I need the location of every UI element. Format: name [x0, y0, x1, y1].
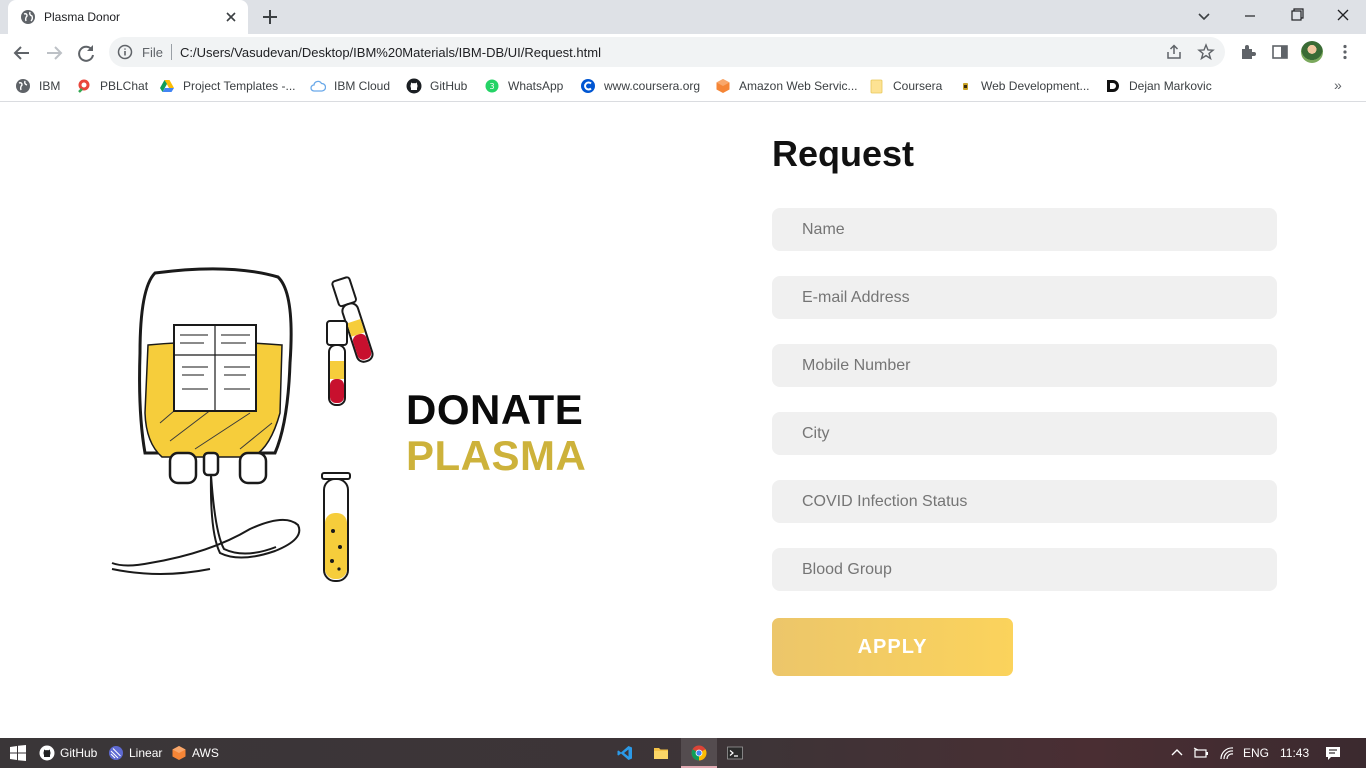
bookmark-coursera-folder[interactable]: Coursera — [869, 77, 942, 95]
bookmarks-bar: IBM PBLChat Project Templates -... IBM C… — [0, 71, 1366, 102]
taskbar-app-vscode[interactable] — [607, 738, 643, 768]
page-content: DONATE PLASMA Request APPLY — [0, 103, 1366, 738]
browser-tab[interactable]: Plasma Donor — [8, 0, 248, 34]
browser-toolbar: File C:/Users/Vasudevan/Desktop/IBM%20Ma… — [0, 34, 1366, 71]
mobile-number-field[interactable] — [772, 344, 1277, 387]
info-icon[interactable] — [117, 44, 133, 60]
wifi-icon[interactable] — [1219, 746, 1235, 760]
github-icon — [406, 78, 422, 94]
svg-text:3: 3 — [489, 82, 494, 91]
email-field[interactable] — [772, 276, 1277, 319]
bookmark-github[interactable]: GitHub — [406, 77, 467, 95]
bookmark-star-icon[interactable] — [1197, 43, 1215, 61]
cloud-icon — [310, 80, 326, 92]
reload-icon[interactable] — [72, 39, 100, 67]
bookmark-aws[interactable]: Amazon Web Servic... — [715, 77, 858, 95]
aws-icon — [172, 746, 186, 760]
plasma-bag-illustration — [111, 267, 374, 582]
taskbar-app-file-explorer[interactable] — [643, 738, 679, 768]
taskbar-label: AWS — [192, 746, 219, 760]
taskbar-app-chrome[interactable] — [681, 738, 717, 768]
minimize-icon[interactable] — [1227, 0, 1273, 34]
taskbar-linear[interactable]: Linear — [108, 744, 162, 762]
pblchat-icon — [78, 79, 90, 93]
url-separator — [171, 44, 172, 60]
page-title: Request — [772, 133, 915, 174]
bookmark-label: Coursera — [893, 79, 943, 93]
profile-avatar[interactable] — [1301, 41, 1323, 63]
restore-icon[interactable] — [1273, 0, 1319, 34]
taskbar-aws[interactable]: AWS — [171, 744, 219, 762]
bookmark-label: www.coursera.org — [604, 79, 701, 93]
bookmark-label: Web Development... — [981, 79, 1090, 93]
blood-group-field[interactable] — [772, 548, 1277, 591]
taskbar-app-terminal[interactable] — [717, 738, 753, 768]
close-tab-icon[interactable] — [220, 6, 242, 28]
taskbar-github[interactable]: GitHub — [39, 744, 97, 762]
tab-strip: Plasma Donor — [0, 0, 1366, 34]
bookmark-pblchat[interactable]: PBLChat — [76, 77, 148, 95]
covid-status-field[interactable] — [772, 480, 1277, 523]
new-tab-icon[interactable] — [258, 5, 282, 29]
bookmarks-overflow-icon[interactable]: » — [1334, 77, 1342, 93]
taskbar-label: Linear — [129, 746, 163, 760]
city-field[interactable] — [772, 412, 1277, 455]
close-window-icon[interactable] — [1320, 0, 1366, 34]
language-indicator[interactable]: ENG — [1243, 746, 1269, 760]
extensions-icon[interactable] — [1239, 43, 1257, 61]
taskbar-label: GitHub — [60, 746, 98, 760]
bookmark-whatsapp[interactable]: 3 WhatsApp — [484, 77, 563, 95]
clock-time[interactable]: 11:43 — [1280, 746, 1309, 760]
github-icon — [39, 745, 55, 761]
vscode-icon — [617, 746, 632, 760]
apply-button[interactable]: APPLY — [772, 618, 1013, 676]
chevron-up-icon[interactable] — [1170, 746, 1184, 760]
logo-plasma-text: PLASMA — [406, 432, 587, 479]
bookmark-label: WhatsApp — [508, 79, 564, 93]
bookmark-label: IBM — [39, 79, 61, 93]
tab-search-icon[interactable] — [1181, 0, 1227, 34]
globe-icon — [16, 79, 30, 93]
d-logo-icon — [1107, 80, 1119, 92]
battery-icon[interactable] — [1193, 746, 1209, 760]
url-scheme: File — [142, 45, 163, 60]
share-icon[interactable] — [1165, 43, 1183, 61]
bookmark-ibm-cloud[interactable]: IBM Cloud — [310, 77, 390, 95]
linear-icon — [109, 746, 123, 760]
bookmark-label: IBM Cloud — [334, 79, 391, 93]
bookmark-web-development[interactable]: Web Development... — [957, 77, 1090, 95]
bookmark-label: Dejan Markovic — [1129, 79, 1212, 93]
web-dev-icon — [963, 83, 968, 90]
bookmark-dejan-markovic[interactable]: Dejan Markovic — [1105, 77, 1212, 95]
bookmark-label: Project Templates -... — [183, 79, 296, 93]
bookmark-project-templates[interactable]: Project Templates -... — [159, 77, 296, 95]
bookmark-ibm[interactable]: IBM — [15, 77, 60, 95]
forward-arrow-icon[interactable] — [40, 39, 68, 67]
folder-icon — [870, 79, 883, 94]
tab-title: Plasma Donor — [44, 10, 121, 24]
notifications-icon[interactable] — [1325, 745, 1341, 761]
menu-dots-icon[interactable] — [1336, 43, 1354, 61]
bookmark-label: Amazon Web Servic... — [739, 79, 858, 93]
side-panel-icon[interactable] — [1271, 43, 1289, 61]
bookmark-label: PBLChat — [100, 79, 149, 93]
whatsapp-icon: 3 — [485, 79, 499, 93]
aws-icon — [716, 79, 730, 93]
windows-start-icon[interactable] — [10, 745, 26, 761]
globe-icon — [21, 10, 35, 24]
bookmark-coursera-org[interactable]: www.coursera.org — [580, 77, 700, 95]
terminal-icon — [727, 746, 743, 760]
url-text[interactable]: C:/Users/Vasudevan/Desktop/IBM%20Materia… — [180, 45, 601, 60]
google-drive-icon — [160, 80, 174, 92]
back-arrow-icon[interactable] — [8, 39, 36, 67]
logo-donate-text: DONATE — [406, 386, 584, 433]
file-explorer-icon — [654, 748, 668, 759]
chrome-icon — [691, 745, 707, 761]
bookmark-label: GitHub — [430, 79, 468, 93]
coursera-icon — [581, 79, 595, 93]
taskbar: GitHub Linear AWS ENG 11:43 — [0, 738, 1366, 768]
name-field[interactable] — [772, 208, 1277, 251]
address-bar[interactable]: File C:/Users/Vasudevan/Desktop/IBM%20Ma… — [109, 37, 1225, 67]
